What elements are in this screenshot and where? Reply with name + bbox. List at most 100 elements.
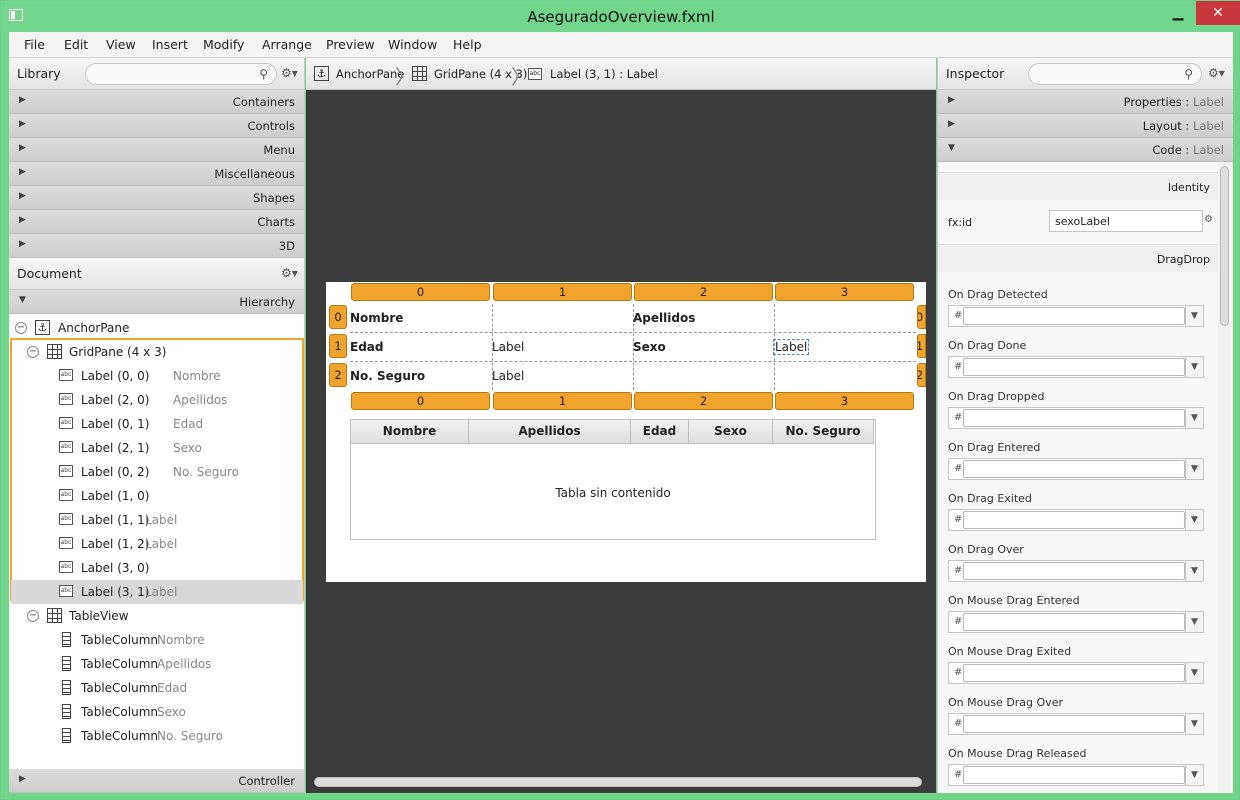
grid-row-header[interactable]: 1 [917, 334, 926, 358]
event-handler-field[interactable]: # ▼ [948, 356, 1204, 378]
table-header[interactable]: Apellidos [469, 420, 631, 444]
tree-item-tablecolumn[interactable]: TableColumn Sexo [9, 700, 303, 724]
menu-preview[interactable]: Preview [326, 37, 375, 52]
grid-column-header[interactable]: 3 [775, 283, 914, 301]
tree-item-label[interactable]: abc Label (1, 0) [9, 484, 303, 508]
grid-column-header[interactable]: 1 [493, 392, 632, 410]
controller-section[interactable]: ▶ Controller [9, 769, 304, 793]
menu-edit[interactable]: Edit [64, 37, 88, 52]
dropdown-icon[interactable]: ▼ [1185, 612, 1203, 632]
event-handler-field[interactable]: # ▼ [948, 764, 1204, 786]
gear-icon[interactable]: ⚙ [1204, 214, 1213, 225]
tree-item-tablecolumn[interactable]: TableColumn No. Seguro [9, 724, 303, 748]
event-handler-field[interactable]: # ▼ [948, 305, 1204, 327]
collapse-icon[interactable]: − [15, 322, 27, 334]
inspector-search-input[interactable]: ⚲ [1028, 63, 1202, 85]
library-section-3d[interactable]: ▶ 3D [9, 234, 304, 258]
cell-edad-value[interactable]: Label [492, 340, 524, 354]
grid-column-header[interactable]: 2 [634, 283, 773, 301]
gear-icon[interactable]: ⚙▾ [281, 66, 298, 80]
gear-icon[interactable]: ⚙▾ [1208, 66, 1225, 80]
tree-item-label[interactable]: abc Label (2, 0) Apellidos [9, 388, 303, 412]
table-header[interactable]: No. Seguro [773, 420, 874, 444]
event-handler-field[interactable]: # ▼ [948, 611, 1204, 633]
inspector-section-code[interactable]: ▼ Code : Label [938, 138, 1233, 162]
horizontal-scrollbar[interactable] [314, 777, 922, 787]
tree-item-tableview[interactable]: − TableView [9, 604, 303, 628]
vertical-scrollbar[interactable] [1218, 166, 1230, 792]
grid-row-header[interactable]: 2 [329, 363, 347, 387]
cell-edad[interactable]: Edad [350, 340, 383, 354]
grid-row-header[interactable]: 0 [329, 305, 347, 329]
grid-column-header[interactable]: 1 [493, 283, 632, 301]
library-section-controls[interactable]: ▶ Controls [9, 114, 304, 138]
menu-file[interactable]: File [24, 37, 45, 52]
dropdown-icon[interactable]: ▼ [1185, 459, 1203, 479]
design-canvas[interactable]: 0 1 2 3 0 1 2 0 1 2 Nombre Apellidos Eda… [326, 282, 926, 582]
cell-sexo[interactable]: Sexo [633, 340, 666, 354]
tree-item-label[interactable]: abc Label (0, 1) Edad [9, 412, 303, 436]
grid-column-header[interactable]: 2 [634, 392, 773, 410]
grid-column-header[interactable]: 3 [775, 392, 914, 410]
breadcrumb-item[interactable]: Label (3, 1) : Label [550, 67, 658, 81]
table-view[interactable]: Nombre Apellidos Edad Sexo No. Seguro Ta… [350, 419, 876, 540]
tree-item-tablecolumn[interactable]: TableColumn Edad [9, 676, 303, 700]
tree-item-label[interactable]: abc Label (3, 0) [9, 556, 303, 580]
dropdown-icon[interactable]: ▼ [1185, 510, 1203, 530]
dropdown-icon[interactable]: ▼ [1185, 357, 1203, 377]
library-section-charts[interactable]: ▶ Charts [9, 210, 304, 234]
menu-modify[interactable]: Modify [203, 37, 244, 52]
menu-window[interactable]: Window [388, 37, 437, 52]
tree-item-anchorpane[interactable]: − ⚓ AnchorPane [9, 316, 303, 340]
minimize-button[interactable]: ▁ [1161, 1, 1195, 25]
library-search-input[interactable]: ⚲ [85, 63, 277, 85]
event-handler-field[interactable]: # ▼ [948, 458, 1204, 480]
dropdown-icon[interactable]: ▼ [1185, 306, 1203, 326]
tree-item-gridpane[interactable]: − GridPane (4 x 3) [9, 340, 303, 364]
event-handler-field[interactable]: # ▼ [948, 509, 1204, 531]
dropdown-icon[interactable]: ▼ [1185, 663, 1203, 683]
event-handler-field[interactable]: # ▼ [948, 662, 1204, 684]
tree-item-label[interactable]: abc Label (1, 1) Label [9, 508, 303, 532]
grid-row-header[interactable]: 0 [917, 305, 926, 329]
cell-seguro[interactable]: No. Seguro [350, 369, 425, 383]
scrollbar-thumb[interactable] [1220, 166, 1229, 326]
tree-item-label[interactable]: abc Label (2, 1) Sexo [9, 436, 303, 460]
event-handler-field[interactable]: # ▼ [948, 560, 1204, 582]
table-header[interactable]: Edad [631, 420, 689, 444]
tree-item-label[interactable]: abc Label (1, 2) Label [9, 532, 303, 556]
library-section-shapes[interactable]: ▶ Shapes [9, 186, 304, 210]
close-button[interactable]: ✕ [1196, 1, 1240, 25]
library-section-miscellaneous[interactable]: ▶ Miscellaneous [9, 162, 304, 186]
collapse-icon[interactable]: − [27, 610, 39, 622]
grid-column-header[interactable]: 0 [351, 392, 490, 410]
inspector-section-layout[interactable]: ▶ Layout : Label [938, 114, 1233, 138]
table-header[interactable]: Sexo [689, 420, 773, 444]
tree-item-tablecolumn[interactable]: TableColumn Nombre [9, 628, 303, 652]
menu-arrange[interactable]: Arrange [262, 37, 312, 52]
dropdown-icon[interactable]: ▼ [1185, 561, 1203, 581]
tree-item-label-selected[interactable]: abc Label (3, 1) Label [11, 580, 303, 604]
menu-view[interactable]: View [106, 37, 136, 52]
tree-item-label[interactable]: abc Label (0, 2) No. Seguro [9, 460, 303, 484]
table-header[interactable]: Nombre [351, 420, 469, 444]
grid-row-header[interactable]: 1 [329, 334, 347, 358]
library-section-menu[interactable]: ▶ Menu [9, 138, 304, 162]
event-handler-field[interactable]: # ▼ [948, 407, 1204, 429]
hierarchy-section[interactable]: ▼ Hierarchy [9, 290, 304, 314]
fxid-input[interactable]: sexoLabel [1049, 210, 1203, 232]
inspector-section-properties[interactable]: ▶ Properties : Label [938, 90, 1233, 114]
menu-help[interactable]: Help [453, 37, 482, 52]
library-section-containers[interactable]: ▶ Containers [9, 90, 304, 114]
grid-column-header[interactable]: 0 [351, 283, 490, 301]
cell-seguro-value[interactable]: Label [492, 369, 524, 383]
cell-apellidos[interactable]: Apellidos [633, 311, 695, 325]
tree-item-label[interactable]: abc Label (0, 0) Nombre [9, 364, 303, 388]
collapse-icon[interactable]: − [27, 346, 39, 358]
gear-icon[interactable]: ⚙▾ [281, 266, 298, 280]
dropdown-icon[interactable]: ▼ [1185, 408, 1203, 428]
dropdown-icon[interactable]: ▼ [1185, 765, 1203, 785]
cell-nombre[interactable]: Nombre [350, 311, 403, 325]
grid-row-header[interactable]: 2 [917, 363, 926, 387]
event-handler-field[interactable]: # ▼ [948, 713, 1204, 735]
